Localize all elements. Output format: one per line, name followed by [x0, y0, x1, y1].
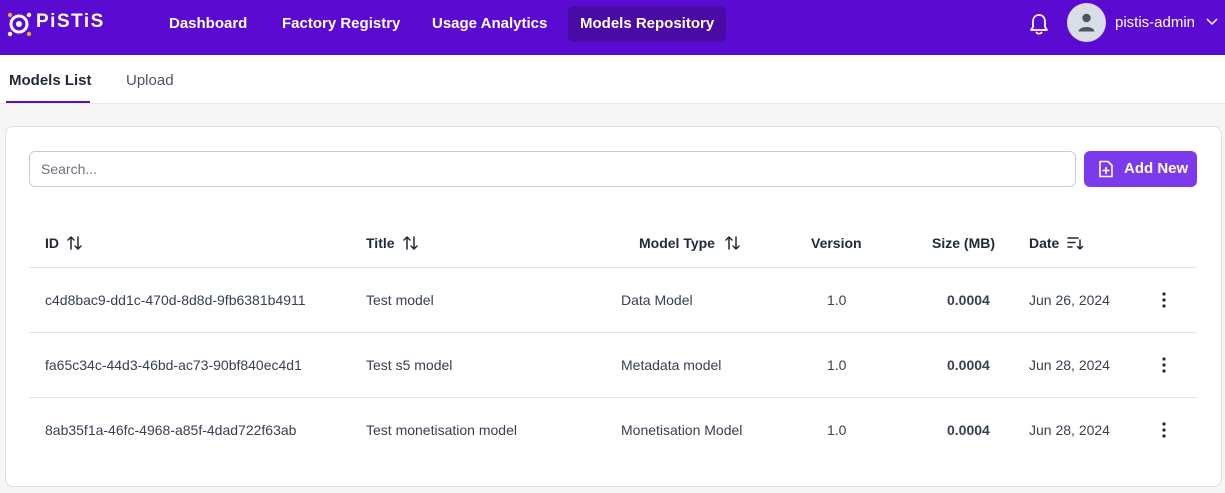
active-tab-indicator	[6, 101, 90, 103]
cell-id: c4d8bac9-dd1c-470d-8d8d-9fb6381b4911	[45, 292, 306, 308]
avatar[interactable]	[1067, 3, 1106, 42]
user-name[interactable]: pistis-admin	[1115, 14, 1195, 31]
cell-title: Test monetisation model	[366, 422, 517, 438]
more-vertical-icon[interactable]	[1160, 357, 1168, 373]
brand-name: PiSTiS	[36, 11, 105, 32]
nav-dashboard[interactable]: Dashboard	[157, 6, 259, 42]
cell-size: 0.0004	[947, 422, 990, 438]
pistis-logo-icon	[7, 12, 32, 37]
row-divider	[29, 332, 1197, 333]
row-divider	[29, 397, 1197, 398]
column-header-version: Version	[811, 235, 862, 251]
more-vertical-icon[interactable]	[1160, 292, 1168, 308]
top-nav-bar: PiSTiS Dashboard Factory Registry Usage …	[0, 0, 1225, 55]
cell-date: Jun 28, 2024	[1029, 357, 1110, 373]
column-header-size: Size (MB)	[932, 235, 995, 251]
column-header-id[interactable]: ID	[45, 235, 59, 251]
cell-id: fa65c34c-44d3-46bd-ac73-90bf840ec4d1	[45, 357, 302, 373]
sort-arrows-icon[interactable]	[66, 235, 84, 251]
cell-version: 1.0	[827, 357, 847, 373]
user-icon	[1078, 13, 1095, 32]
cell-model-type: Metadata model	[621, 357, 722, 373]
header-divider	[29, 267, 1197, 268]
sort-arrows-icon[interactable]	[402, 235, 420, 251]
cell-model-type: Data Model	[621, 292, 693, 308]
sort-arrows-icon[interactable]	[724, 235, 742, 251]
cell-version: 1.0	[827, 292, 847, 308]
column-header-title[interactable]: Title	[366, 235, 395, 251]
cell-model-type: Monetisation Model	[621, 422, 743, 438]
column-header-date[interactable]: Date	[1029, 235, 1059, 251]
add-new-label: Add New	[1124, 160, 1189, 177]
tabs-bar: Models List Upload	[0, 55, 1225, 104]
bell-icon[interactable]	[1028, 12, 1050, 36]
tab-upload[interactable]: Upload	[126, 72, 174, 89]
nav-factory-registry[interactable]: Factory Registry	[270, 6, 412, 42]
cell-date: Jun 26, 2024	[1029, 292, 1110, 308]
file-plus-icon	[1099, 160, 1113, 178]
cell-date: Jun 28, 2024	[1029, 422, 1110, 438]
cell-id: 8ab35f1a-46fc-4968-a85f-4dad722f63ab	[45, 422, 297, 438]
more-vertical-icon[interactable]	[1160, 422, 1168, 438]
tab-models-list[interactable]: Models List	[9, 72, 92, 89]
nav-models-repository[interactable]: Models Repository	[568, 6, 727, 42]
add-new-button[interactable]: Add New	[1084, 151, 1197, 187]
nav-usage-analytics[interactable]: Usage Analytics	[420, 6, 559, 42]
search-input[interactable]	[29, 151, 1076, 187]
cell-size: 0.0004	[947, 357, 990, 373]
cell-version: 1.0	[827, 422, 847, 438]
logo[interactable]	[6, 10, 34, 38]
chevron-down-icon[interactable]	[1205, 17, 1219, 27]
cell-size: 0.0004	[947, 292, 990, 308]
sort-desc-icon[interactable]	[1066, 235, 1084, 251]
cell-title: Test s5 model	[366, 357, 453, 373]
column-header-model-type[interactable]: Model Type	[639, 235, 715, 251]
cell-title: Test model	[366, 292, 434, 308]
